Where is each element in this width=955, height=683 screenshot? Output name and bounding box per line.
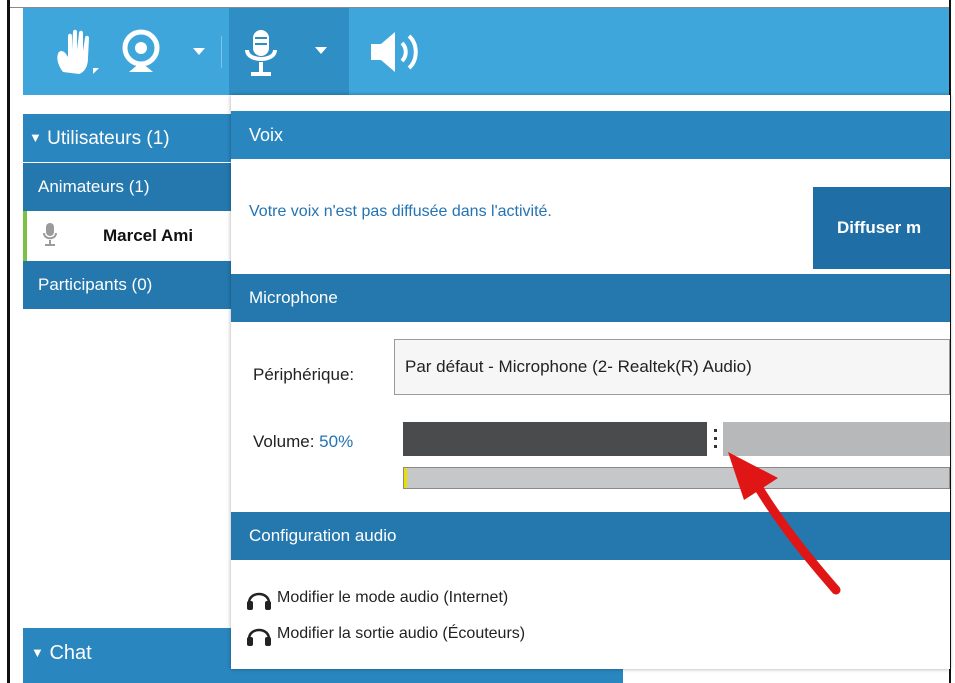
- annotation-arrow: [728, 452, 841, 595]
